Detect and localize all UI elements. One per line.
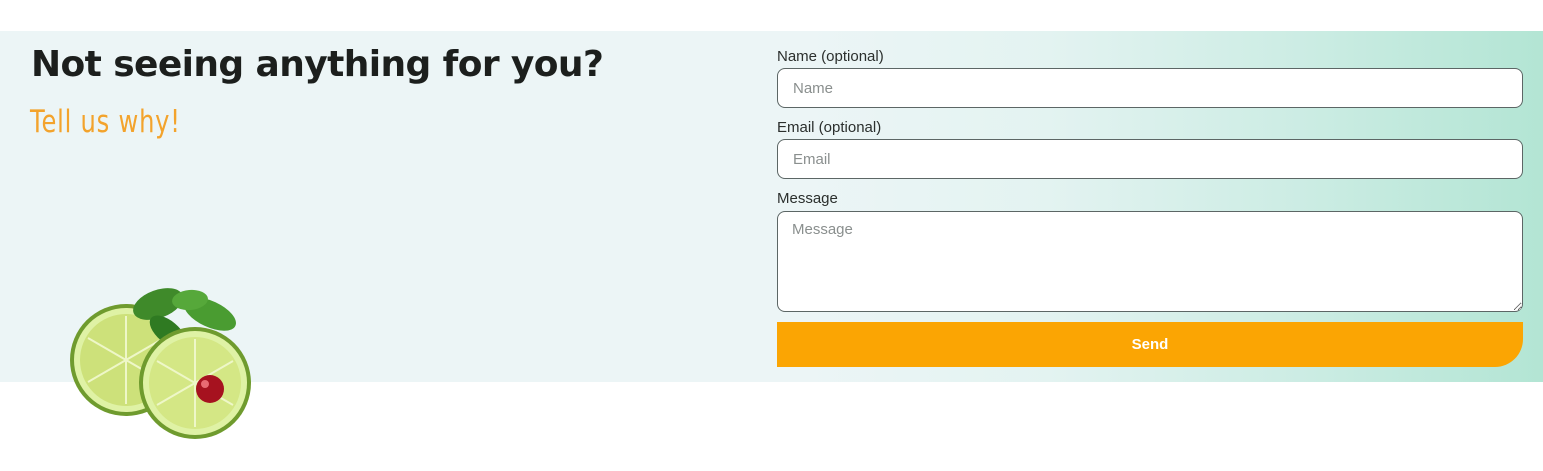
section-heading: Not seeing anything for you? (31, 44, 604, 85)
email-input[interactable] (777, 139, 1523, 179)
message-textarea[interactable] (777, 211, 1523, 312)
section-subheading: Tell us why! (30, 104, 181, 140)
send-button[interactable]: Send (777, 322, 1523, 367)
lime-slices-icon (70, 288, 251, 439)
message-label: Message (777, 190, 838, 207)
name-input[interactable] (777, 68, 1523, 108)
email-label: Email (optional) (777, 119, 882, 136)
name-label: Name (optional) (777, 48, 884, 65)
